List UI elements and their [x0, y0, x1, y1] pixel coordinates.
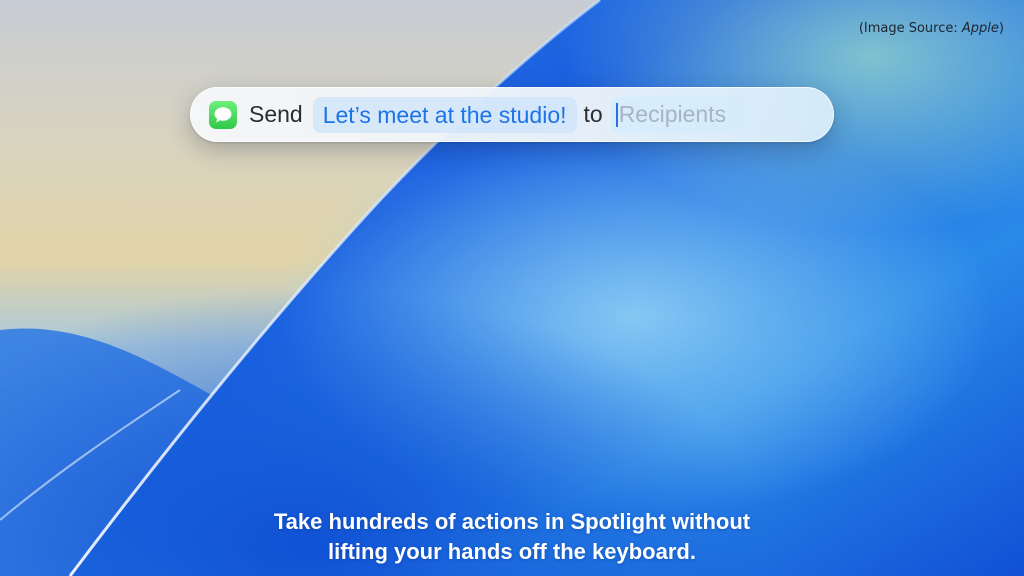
text-cursor — [615, 102, 618, 127]
message-token[interactable]: Let’s meet at the studio! — [312, 96, 577, 133]
caption-line-1: Take hundreds of actions in Spotlight wi… — [273, 509, 751, 534]
action-verb: Send — [249, 101, 303, 127]
credit-prefix: (Image Source: — [858, 21, 962, 36]
credit-suffix: ) — [998, 21, 1004, 36]
messages-icon — [209, 100, 237, 129]
caption-line-2: lifting your hands off the keyboard. — [328, 539, 696, 564]
recipients-placeholder: Recipients — [618, 101, 727, 127]
connector-label: to — [583, 101, 603, 127]
spotlight-search-bar[interactable]: Send Let’s meet at the studio! to Recipi… — [190, 87, 834, 142]
credit-source: Apple — [961, 21, 999, 36]
image-source-credit: (Image Source: Apple) — [859, 21, 1004, 36]
caption: Take hundreds of actions in Spotlight wi… — [0, 507, 1024, 567]
recipients-input[interactable]: Recipients — [610, 96, 749, 133]
